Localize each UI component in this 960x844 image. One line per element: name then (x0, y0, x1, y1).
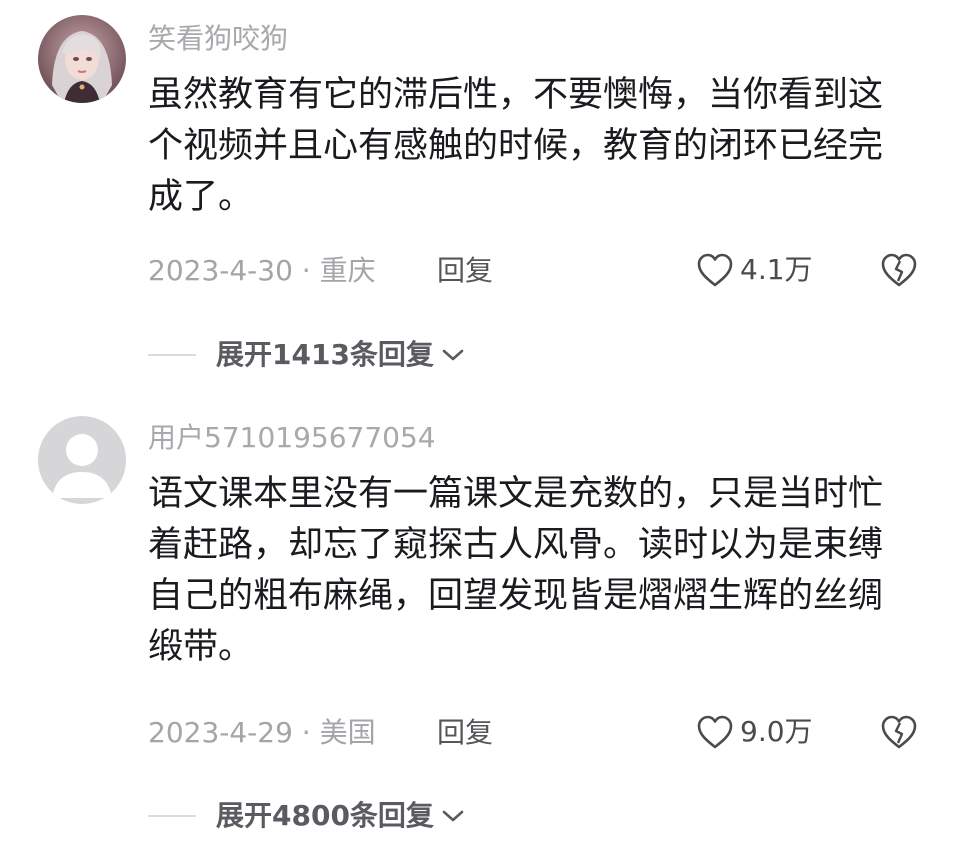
comment-meta: 2023-4-29 · 美国 (148, 716, 376, 749)
comment-text: 虽然教育有它的滞后性，不要懊悔，当你看到这 个视频并且心有感触的时候，教育的闭环… (148, 70, 908, 223)
expand-replies-label: 展开4800条回复 (216, 799, 434, 832)
divider (148, 815, 196, 817)
comment-meta: 2023-4-30 · 重庆 (148, 254, 376, 287)
heart-outline-icon (697, 715, 733, 749)
username[interactable]: 用户5710195677054 (148, 421, 436, 455)
reply-button[interactable]: 回复 (437, 254, 493, 288)
comment-text-line: 语文课本里没有一篇课文是充数的，只是当时忙 (148, 474, 884, 514)
divider (148, 354, 196, 356)
comment-text: 语文课本里没有一篇课文是充数的，只是当时忙 着赶路，却忘了窥探古人风骨。读时以为… (148, 469, 908, 673)
comment-text-line: 个视频并且心有感触的时候，教育的闭环已经完 (148, 126, 884, 166)
broken-heart-icon (881, 715, 917, 749)
comment-text-line: 缎带。 (148, 627, 254, 667)
heart-outline-icon (697, 253, 733, 287)
chevron-down-icon (442, 349, 464, 361)
reply-button[interactable]: 回复 (437, 716, 493, 750)
like-button[interactable]: 4.1万 (696, 252, 813, 288)
avatar[interactable] (38, 15, 126, 103)
broken-heart-icon (881, 253, 917, 287)
like-count: 9.0万 (740, 715, 813, 748)
comment-text-line: 着赶路，却忘了窥探古人风骨。读时以为是束缚 (148, 525, 884, 565)
avatar[interactable] (38, 416, 126, 504)
comment-text-line: 虽然教育有它的滞后性，不要懊悔，当你看到这 (148, 75, 884, 115)
expand-replies-label: 展开1413条回复 (216, 338, 434, 371)
dislike-button[interactable] (880, 714, 918, 754)
expand-replies-button[interactable]: 展开4800条回复 (148, 799, 466, 833)
expand-replies-button[interactable]: 展开1413条回复 (148, 338, 466, 372)
dislike-button[interactable] (880, 252, 918, 292)
like-button[interactable]: 9.0万 (696, 714, 813, 750)
chevron-down-icon (442, 810, 464, 822)
like-count: 4.1万 (740, 253, 813, 286)
username[interactable]: 笑看狗咬狗 (148, 22, 288, 56)
comment-text-line: 成了。 (148, 177, 254, 217)
comment-text-line: 自己的粗布麻绳，回望发现皆是熠熠生辉的丝绸 (148, 576, 884, 616)
